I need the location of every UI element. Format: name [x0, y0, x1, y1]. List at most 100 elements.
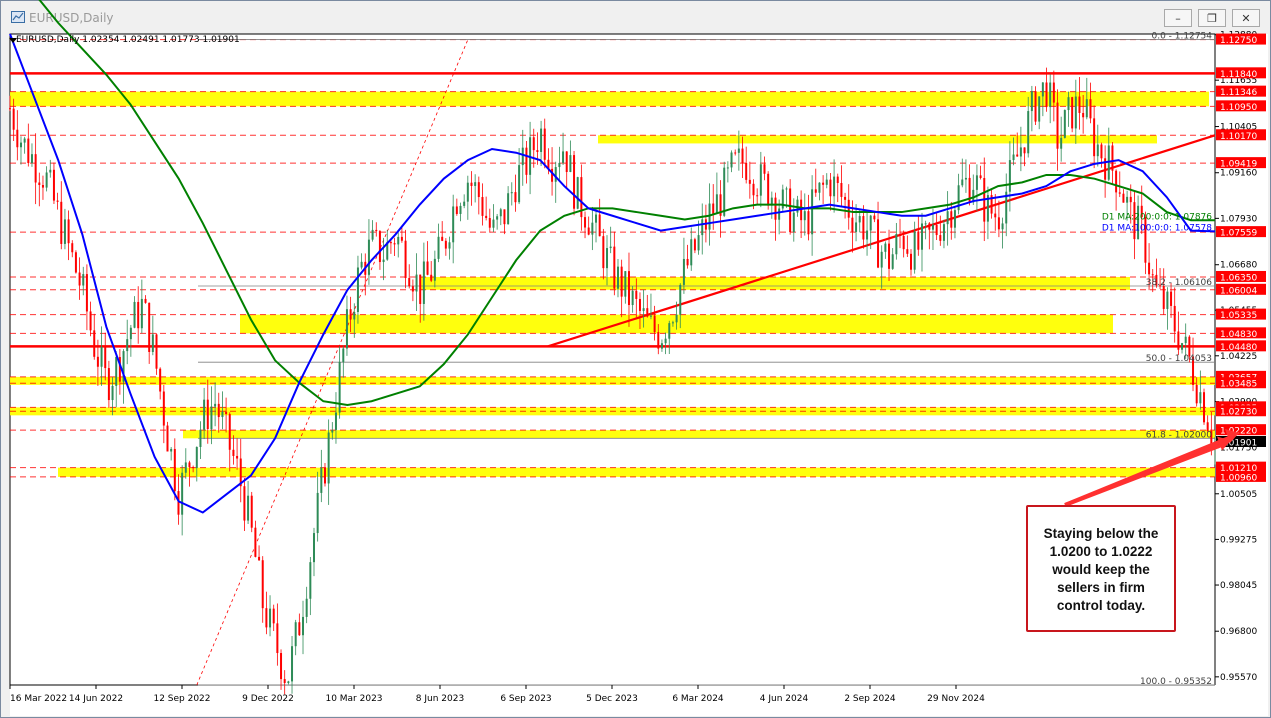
candle-body	[543, 128, 546, 160]
candle-body	[507, 193, 510, 225]
candle-body	[115, 357, 118, 386]
candle-body	[759, 164, 762, 196]
candle-body	[452, 206, 455, 243]
candle-body	[159, 368, 162, 392]
candle-body	[316, 492, 319, 534]
fibonacci-label: 50.0 - 1.04053	[1146, 354, 1212, 364]
candle-body	[45, 172, 48, 188]
candle-body	[653, 315, 656, 333]
candle-body	[100, 346, 103, 367]
candle-body	[767, 173, 770, 206]
x-tick-label: 9 Dec 2022	[242, 694, 294, 704]
price-label: 1.06004	[1220, 286, 1257, 296]
fibonacci-label: 38.2 - 1.06106	[1146, 278, 1212, 288]
candle-body	[1093, 118, 1096, 157]
candle-body	[525, 147, 528, 175]
candle-body	[631, 290, 634, 306]
candle-body	[565, 151, 568, 173]
candle-body	[16, 129, 19, 148]
candle-body	[360, 261, 363, 268]
candle-body	[499, 209, 502, 217]
candle-body	[1195, 384, 1198, 404]
candle-body	[12, 108, 15, 130]
candle-body	[690, 239, 693, 266]
candle-body	[19, 142, 22, 148]
candle-body	[664, 338, 667, 344]
candle-body	[1122, 193, 1125, 203]
candle-body	[1115, 170, 1118, 193]
candle-body	[247, 495, 250, 521]
fibonacci-label: 100.0 - 0.95352	[1140, 677, 1212, 687]
price-label: 1.05335	[1220, 311, 1257, 321]
candle-body	[1151, 274, 1154, 276]
candle-body	[866, 230, 869, 240]
candle-body	[371, 229, 374, 240]
fibonacci-label: 61.8 - 1.02000	[1146, 430, 1212, 440]
y-tick-label: 0.98045	[1220, 581, 1257, 591]
candle-body	[393, 243, 396, 245]
candle-body	[488, 218, 491, 228]
candle-body	[873, 215, 876, 220]
candle-body	[294, 622, 297, 647]
candle-body	[323, 467, 326, 484]
candle-body	[521, 147, 524, 166]
x-tick-label: 16 Mar 2022	[10, 694, 67, 704]
candle-body	[869, 215, 872, 231]
candle-body	[254, 527, 257, 557]
candle-body	[356, 267, 359, 312]
candle-body	[1041, 82, 1044, 97]
candle-body	[642, 308, 645, 311]
candle-body	[1184, 336, 1187, 344]
candle-body	[554, 167, 557, 182]
candle-body	[74, 252, 77, 273]
candle-body	[961, 179, 964, 186]
candle-body	[697, 235, 700, 251]
candle-body	[184, 462, 187, 473]
candle-body	[199, 429, 202, 447]
candle-body	[1181, 343, 1184, 350]
candle-body	[334, 412, 337, 430]
candle-body	[287, 681, 290, 683]
candle-body	[895, 233, 898, 255]
candle-body	[221, 411, 224, 418]
annotation-line: 1.0200 to 1.0222	[1049, 544, 1153, 559]
candle-body	[217, 403, 220, 418]
candle-body	[748, 179, 751, 184]
candle-body	[129, 327, 132, 340]
candle-body	[1126, 196, 1129, 203]
candle-body	[276, 623, 279, 654]
candle-body	[840, 183, 843, 197]
y-tick-label: 0.99275	[1220, 535, 1257, 545]
candle-body	[56, 200, 59, 202]
candle-body	[701, 219, 704, 236]
candle-body	[1034, 91, 1037, 122]
candle-body	[177, 491, 180, 515]
candle-body	[280, 653, 283, 680]
candle-body	[833, 176, 836, 197]
candle-body	[342, 348, 345, 362]
candle-body	[602, 236, 605, 269]
candle-body	[419, 274, 422, 304]
candle-body	[151, 334, 154, 352]
candle-body	[166, 425, 169, 452]
candle-body	[477, 182, 480, 198]
candle-body	[576, 177, 579, 209]
candle-body	[444, 240, 447, 249]
candle-body	[646, 308, 649, 317]
candle-body	[214, 403, 217, 407]
price-label: 1.03485	[1220, 380, 1257, 390]
candle-body	[426, 261, 429, 275]
price-label: 1.00960	[1220, 473, 1257, 483]
candle-body	[1063, 110, 1066, 138]
annotation-line: Staying below the	[1043, 526, 1159, 541]
candle-body	[975, 175, 978, 190]
candle-body	[942, 224, 945, 241]
x-tick-label: 6 Sep 2023	[500, 694, 551, 704]
candle-body	[1030, 91, 1033, 112]
candle-body	[236, 455, 239, 459]
candle-body	[283, 679, 286, 683]
candle-body	[785, 188, 788, 190]
candle-body	[675, 314, 678, 323]
candle-body	[891, 254, 894, 269]
x-tick-label: 6 Mar 2024	[672, 694, 724, 704]
